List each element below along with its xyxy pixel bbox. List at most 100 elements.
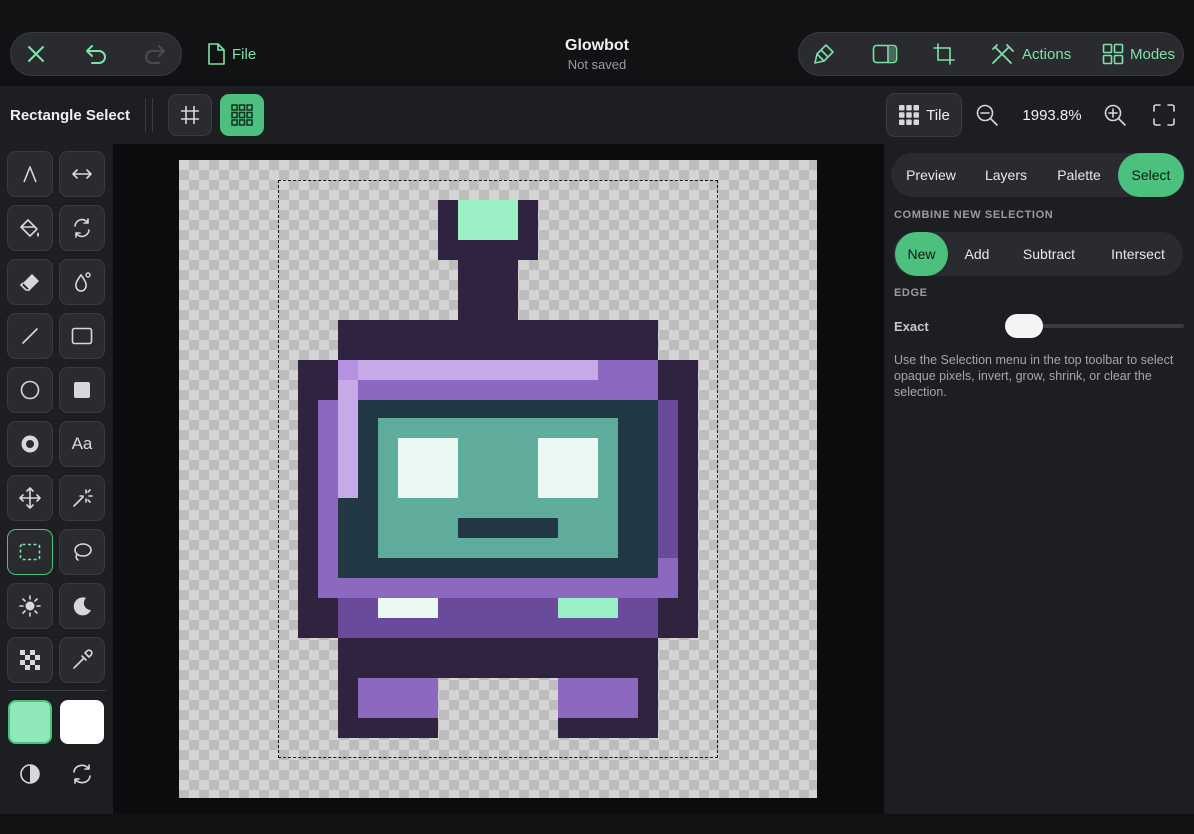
move-icon	[19, 487, 41, 509]
text-icon: Aa	[71, 434, 93, 453]
dither-tool-button[interactable]	[59, 259, 105, 305]
pixel-grid-icon	[231, 104, 253, 126]
filled-rect-icon	[74, 382, 90, 398]
magic-wand-tool-button[interactable]	[59, 475, 105, 521]
undo-button[interactable]	[83, 42, 109, 66]
crop-button[interactable]	[932, 42, 956, 66]
modes-button[interactable]: Modes	[1102, 40, 1175, 68]
tab-layers[interactable]: Layers	[971, 153, 1041, 197]
redo-icon	[145, 45, 165, 64]
combine-add-option[interactable]: Add	[953, 232, 1001, 276]
filled-rect-tool-button[interactable]	[59, 367, 105, 413]
rectangle-icon	[71, 327, 93, 345]
swap-icon	[73, 764, 91, 784]
combine-mode-selector: New Add Subtract Intersect	[893, 232, 1183, 276]
flip-tool-button[interactable]	[59, 151, 105, 197]
tab-select[interactable]: Select	[1118, 153, 1184, 197]
edge-slider-thumb[interactable]	[1005, 314, 1043, 338]
rotate-icon	[74, 218, 90, 238]
checker-icon	[20, 650, 40, 670]
line-tool-button[interactable]	[7, 313, 53, 359]
combine-subtract-option[interactable]: Subtract	[1009, 232, 1089, 276]
primary-color-swatch[interactable]	[8, 700, 52, 744]
combine-new-option[interactable]: New	[895, 232, 948, 276]
combine-intersect-option[interactable]: Intersect	[1097, 232, 1179, 276]
bottom-bar	[0, 814, 1194, 834]
close-icon	[28, 46, 44, 62]
file-label: File	[232, 45, 257, 63]
sidebar-panel-icon	[872, 44, 898, 64]
combine-section-label: COMBINE NEW SELECTION	[894, 209, 1054, 221]
file-menu-button[interactable]: File	[206, 40, 256, 68]
crop-icon	[933, 43, 955, 65]
actions-button[interactable]: Actions	[990, 40, 1071, 68]
divider	[145, 98, 146, 132]
line-icon	[22, 328, 38, 344]
dither-drop-icon	[75, 272, 91, 292]
brush-settings-button[interactable]	[811, 42, 837, 66]
rect-select-icon	[19, 543, 41, 561]
fill-bucket-icon	[20, 219, 39, 237]
circle-fill-icon	[21, 435, 39, 453]
rectangle-tool-button[interactable]	[59, 313, 105, 359]
undo-icon	[86, 45, 106, 64]
toggle-panel-button[interactable]	[871, 42, 899, 66]
move-tool-button[interactable]	[7, 475, 53, 521]
rect-select-tool-button[interactable]	[7, 529, 53, 575]
current-tool-name: Rectangle Select	[10, 107, 131, 124]
close-button[interactable]	[24, 42, 48, 66]
tile-label: Tile	[926, 106, 950, 124]
zoom-level: 1993.8%	[1022, 107, 1082, 124]
fullscreen-icon	[1153, 104, 1175, 126]
tab-preview[interactable]: Preview	[895, 153, 967, 197]
checker-tool-button[interactable]	[7, 637, 53, 683]
pen-tool-button[interactable]	[7, 151, 53, 197]
magic-wand-icon	[73, 489, 93, 507]
eyedropper-icon	[73, 649, 93, 669]
zoom-out-icon	[976, 104, 998, 126]
hash-grid-icon	[181, 106, 199, 124]
edge-section-label: EDGE	[894, 287, 928, 299]
text-tool-button[interactable]: Aa	[59, 421, 105, 467]
edge-value: Exact	[894, 319, 929, 334]
ellipse-icon	[20, 380, 40, 400]
darken-tool-button[interactable]	[59, 583, 105, 629]
lighten-tool-button[interactable]	[7, 583, 53, 629]
grid-squares-icon	[1102, 43, 1124, 65]
zoom-in-icon	[1104, 104, 1126, 126]
fill-tool-button[interactable]	[7, 205, 53, 251]
eraser-tool-button[interactable]	[7, 259, 53, 305]
lighten-icon	[19, 595, 41, 617]
zoom-in-button[interactable]	[1103, 103, 1127, 127]
pixel-grid-toggle-button[interactable]	[220, 94, 264, 136]
ellipse-tool-button[interactable]	[7, 367, 53, 413]
flip-icon	[72, 169, 92, 179]
pen-icon	[23, 166, 37, 183]
rotate-tool-button[interactable]	[59, 205, 105, 251]
document-title: Glowbot	[565, 37, 629, 54]
secondary-color-swatch[interactable]	[60, 700, 104, 744]
lasso-tool-button[interactable]	[59, 529, 105, 575]
divider	[152, 98, 153, 132]
tools-icon	[992, 44, 1014, 64]
tile-mode-button[interactable]: Tile	[886, 93, 962, 137]
modes-label: Modes	[1130, 45, 1176, 63]
tab-palette[interactable]: Palette	[1045, 153, 1113, 197]
filled-ellipse-tool-button[interactable]	[7, 421, 53, 467]
eraser-icon	[19, 274, 39, 291]
eyedropper-tool-button[interactable]	[59, 637, 105, 683]
grid-toggle-button[interactable]	[168, 94, 212, 136]
contrast-toggle-button[interactable]	[18, 762, 42, 786]
contrast-icon	[20, 764, 40, 784]
selection-marquee[interactable]	[278, 180, 718, 758]
panel-tabs: Preview Layers Palette Select	[891, 153, 1185, 197]
actions-label: Actions	[1022, 45, 1072, 63]
selection-help-text: Use the Selection menu in the top toolba…	[894, 353, 1174, 399]
zoom-out-button[interactable]	[975, 103, 999, 127]
redo-button[interactable]	[142, 42, 168, 66]
darken-icon	[73, 597, 91, 616]
swap-colors-button[interactable]	[70, 762, 94, 786]
brush-icon	[814, 44, 834, 64]
tile-grid-icon	[899, 105, 920, 125]
fullscreen-button[interactable]	[1152, 103, 1176, 127]
